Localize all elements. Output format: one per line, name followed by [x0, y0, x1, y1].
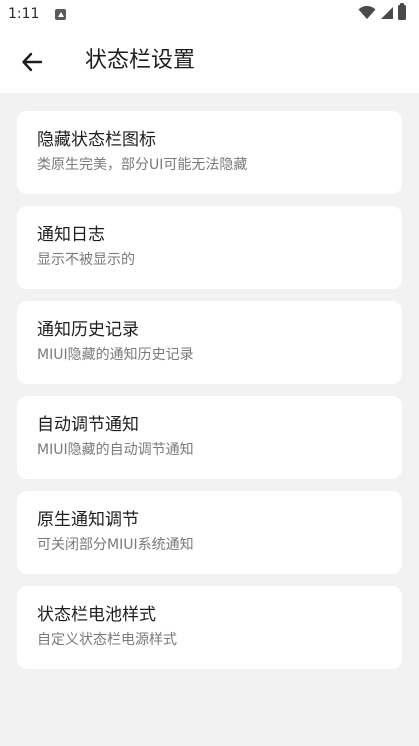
setting-title: 通知历史记录	[37, 320, 139, 340]
settings-list: 隐藏状态栏图标 类原生完美，部分UI可能无法隐藏 通知日志 显示不被显示的 通知…	[17, 111, 402, 681]
setting-notification-history[interactable]: 通知历史记录 MIUI隐藏的通知历史记录	[17, 301, 402, 384]
setting-battery-style[interactable]: 状态栏电池样式 自定义状态栏电源样式	[17, 586, 402, 669]
setting-title: 状态栏电池样式	[37, 605, 156, 625]
setting-notification-log[interactable]: 通知日志 显示不被显示的	[17, 206, 402, 289]
setting-subtitle: 类原生完美，部分UI可能无法隐藏	[37, 157, 248, 173]
arrow-left-icon	[22, 52, 43, 72]
status-time: 1:11	[8, 6, 40, 22]
signal-icon	[381, 7, 393, 19]
setting-title: 原生通知调节	[37, 510, 139, 530]
setting-hide-status-icons[interactable]: 隐藏状态栏图标 类原生完美，部分UI可能无法隐藏	[17, 111, 402, 194]
setting-title: 通知日志	[37, 225, 105, 245]
page-title: 状态栏设置	[85, 48, 196, 73]
setting-subtitle: MIUI隐藏的通知历史记录	[37, 347, 194, 363]
wifi-icon	[358, 6, 376, 19]
setting-subtitle: 显示不被显示的	[37, 252, 135, 268]
setting-subtitle: MIUI隐藏的自动调节通知	[37, 442, 194, 458]
setting-subtitle: 可关闭部分MIUI系统通知	[37, 537, 194, 553]
app-bar: 状态栏设置	[0, 30, 419, 93]
setting-auto-adjust-notifications[interactable]: 自动调节通知 MIUI隐藏的自动调节通知	[17, 396, 402, 479]
notification-icon	[55, 9, 66, 20]
back-button[interactable]	[14, 44, 50, 80]
status-bar: 1:11	[0, 0, 419, 30]
setting-native-notification-adjust[interactable]: 原生通知调节 可关闭部分MIUI系统通知	[17, 491, 402, 574]
setting-title: 隐藏状态栏图标	[37, 130, 156, 150]
setting-title: 自动调节通知	[37, 415, 139, 435]
setting-subtitle: 自定义状态栏电源样式	[37, 632, 177, 648]
battery-icon	[398, 3, 406, 20]
